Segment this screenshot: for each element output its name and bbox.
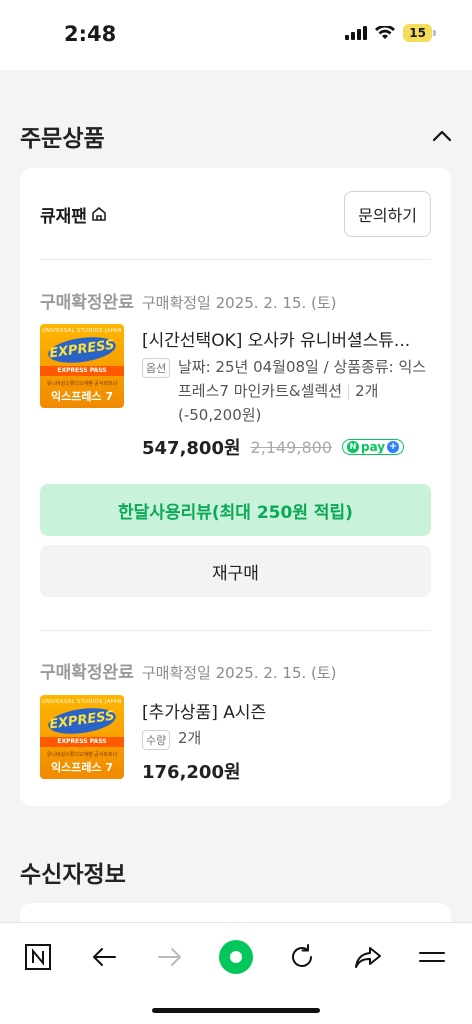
divider [40, 259, 431, 260]
home-indicator [152, 1008, 320, 1013]
product-thumbnail[interactable]: UNIVERSAL STUDIOS JAPAN EXPRESS EXPRESS … [40, 695, 124, 779]
thumb-small-text: 유니버설스튜디오재팬 공식파트너 [46, 381, 118, 387]
price-line: 547,800원 2,149,800 N pay + [142, 434, 405, 460]
naver-home-button[interactable] [18, 937, 58, 977]
naver-green-button[interactable] [216, 937, 256, 977]
order-confirm-date: 구매확정일 2025. 2. 15. (토) [141, 294, 337, 312]
thumb-brand: UNIVERSAL STUDIOS JAPAN [41, 699, 123, 705]
status-icons: 15 [345, 24, 436, 42]
option-text: 날짜: 25년 04월08일 / 상품종류: 익스프레스7 마인카트&셀렉션 | 2… [178, 355, 431, 427]
order-card: 큐재팬 문의하기 구매확정완료 구매확정일 2025. 2. 15. (토) U… [20, 168, 451, 806]
thumb-name: 익스프레스 7 [50, 390, 114, 403]
thumb-logo: EXPRESS [46, 333, 118, 367]
naver-green-dot-icon [219, 940, 253, 974]
receiver-section-title: 수신자정보 [20, 862, 126, 888]
product-title[interactable]: [추가상품] A시즌 [142, 698, 431, 723]
refresh-icon [292, 944, 312, 967]
order-status: 구매확정완료 [40, 293, 134, 313]
order-status-line: 구매확정완료 구매확정일 2025. 2. 15. (토) [40, 288, 337, 313]
naver-n-icon [25, 944, 51, 970]
order-confirm-date: 구매확정일 2025. 2. 15. (토) [141, 664, 337, 682]
inquiry-button[interactable]: 문의하기 [344, 191, 431, 237]
thumb-band: EXPRESS PASS [40, 737, 124, 747]
menu-button[interactable] [412, 937, 452, 977]
order-section-header[interactable]: 주문상품 [0, 118, 472, 154]
shop-name[interactable]: 큐재팬 [40, 202, 107, 227]
thumb-logo: EXPRESS [46, 704, 118, 738]
product-price: 547,800원 [142, 438, 241, 459]
status-bar: 2:48 15 [0, 0, 472, 70]
home-outline-icon [92, 207, 106, 221]
price-line: 176,200원 [142, 758, 241, 784]
quantity-text: 2개 [178, 729, 202, 747]
order-section-title: 주문상품 [20, 126, 105, 152]
thumb-brand: UNIVERSAL STUDIOS JAPAN [41, 328, 123, 334]
naver-n-small-icon: N [346, 441, 359, 453]
product-price: 176,200원 [142, 762, 241, 783]
menu-icon [419, 952, 445, 962]
order-status-line: 구매확정완료 구매확정일 2025. 2. 15. (토) [40, 658, 337, 683]
back-button[interactable] [84, 937, 124, 977]
shop-row: 큐재팬 문의하기 [40, 191, 431, 237]
option-badge: 옵션 [142, 358, 171, 378]
thumb-small-text: 유니버설스튜디오재팬 공식파트너 [46, 752, 118, 758]
shop-name-text: 큐재팬 [40, 206, 87, 227]
forward-arrow-icon [158, 948, 181, 966]
signal-icon [345, 26, 368, 40]
receiver-section-header: 수신자정보 [0, 854, 472, 890]
product-title[interactable]: [시간선택OK] 오사카 유니버셜스튜... [142, 326, 431, 351]
option-detail: 날짜: 25년 04월08일 / 상품종류: 익스프레스7 마인카트&셀렉션 [178, 358, 427, 400]
forward-button[interactable] [150, 937, 190, 977]
npay-label: pay [360, 440, 386, 454]
refresh-button[interactable] [282, 937, 322, 977]
rebuy-button[interactable]: 재구매 [40, 545, 431, 597]
option-separator: | [346, 382, 352, 400]
thumb-band: EXPRESS PASS [40, 366, 124, 376]
quantity-badge: 수량 [142, 730, 171, 750]
share-button[interactable] [348, 937, 388, 977]
npay-badge: N pay + [341, 439, 405, 455]
chevron-up-icon[interactable] [432, 130, 452, 142]
divider [40, 630, 431, 631]
status-time: 2:48 [64, 22, 117, 46]
back-arrow-icon [93, 948, 116, 966]
product-thumbnail[interactable]: UNIVERSAL STUDIOS JAPAN EXPRESS EXPRESS … [40, 324, 124, 408]
thumb-name: 익스프레스 7 [50, 761, 114, 774]
share-icon [355, 947, 381, 968]
write-review-button[interactable]: 한달사용리뷰(최대 250원 적립) [40, 484, 431, 536]
original-price: 2,149,800 [250, 437, 332, 457]
wifi-icon [375, 26, 396, 39]
battery-indicator: 15 [403, 24, 436, 42]
order-status: 구매확정완료 [40, 663, 134, 683]
plus-icon: + [387, 441, 400, 453]
